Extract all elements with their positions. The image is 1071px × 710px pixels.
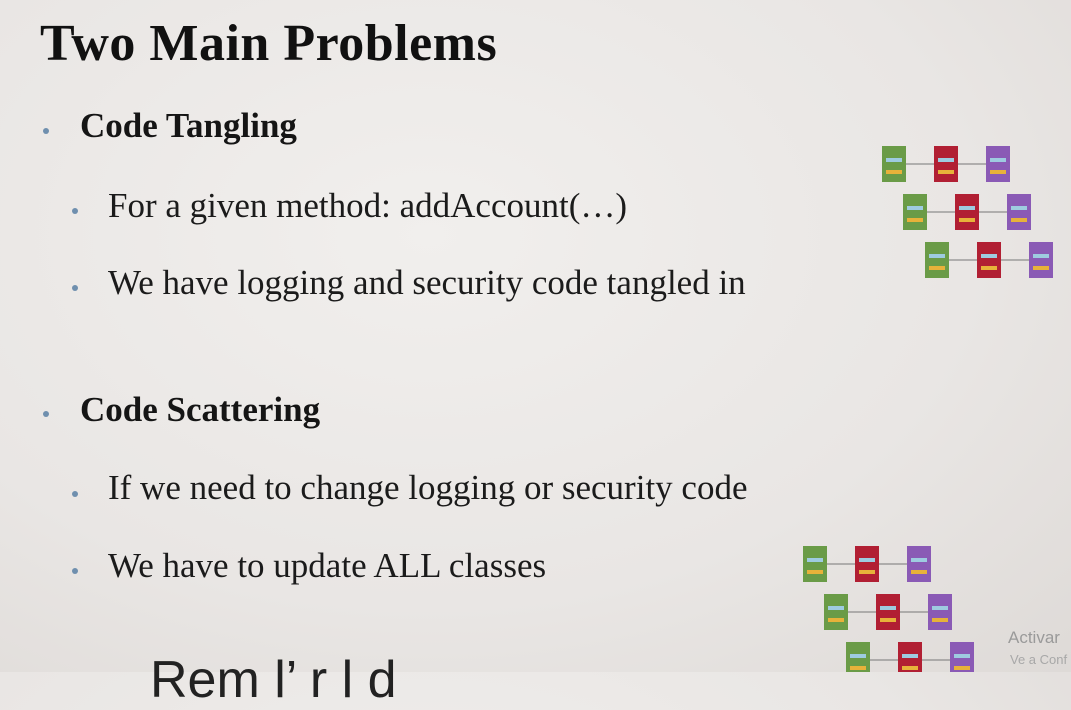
class-diagram-image-bottom bbox=[799, 542, 979, 672]
class-diagram-image-top bbox=[878, 142, 1060, 282]
item-change-code: If we need to change logging or security… bbox=[108, 468, 748, 507]
item-tangled-in: We have logging and security code tangle… bbox=[108, 263, 746, 302]
diagram-row bbox=[824, 594, 952, 630]
subtitle-overlay: Rem l’ r l d bbox=[150, 651, 397, 709]
diagram-row bbox=[903, 194, 1031, 230]
diagram-row bbox=[925, 242, 1053, 278]
section-heading-scattering: Code Scattering bbox=[80, 390, 321, 429]
bullet-dot bbox=[43, 411, 49, 417]
slide-title: Two Main Problems bbox=[40, 15, 498, 72]
activation-watermark-line1: Activar bbox=[1008, 628, 1060, 647]
diagram-row bbox=[846, 642, 974, 672]
bullet-dot bbox=[72, 285, 78, 291]
bullet-dot bbox=[43, 128, 49, 134]
item-add-account: For a given method: addAccount(…) bbox=[108, 186, 628, 225]
section-heading-tangling: Code Tangling bbox=[80, 106, 297, 145]
activation-watermark-line2: Ve a Conf bbox=[1010, 652, 1068, 667]
bullet-dot bbox=[72, 491, 78, 497]
bullet-dot bbox=[72, 568, 78, 574]
bullet-dot bbox=[72, 208, 78, 214]
diagram-row bbox=[882, 146, 1010, 182]
item-update-all: We have to update ALL classes bbox=[108, 546, 547, 585]
diagram-row bbox=[803, 546, 931, 582]
